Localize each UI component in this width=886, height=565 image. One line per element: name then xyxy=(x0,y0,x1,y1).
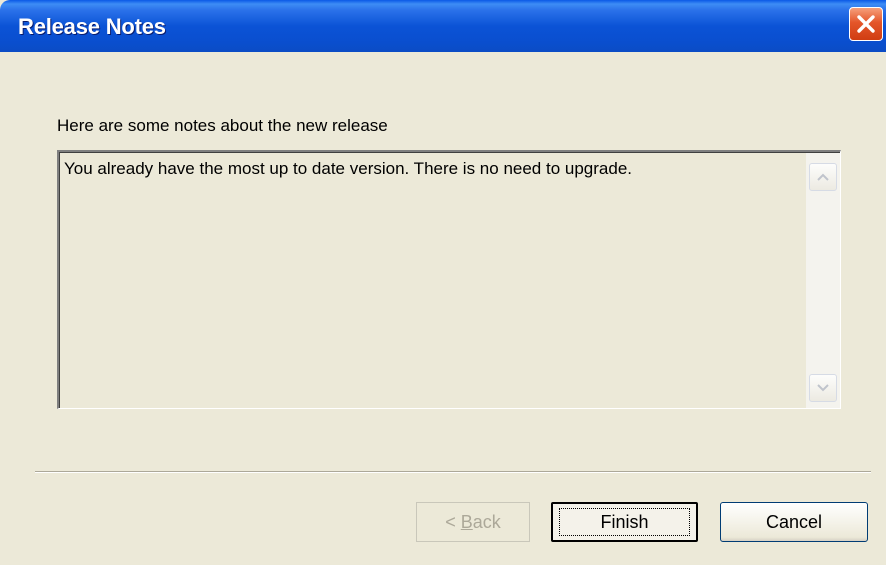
title-bar[interactable]: Release Notes xyxy=(0,0,886,52)
finish-button-label: Finish xyxy=(600,512,649,532)
close-button[interactable] xyxy=(849,7,883,41)
release-notes-dialog: Release Notes Here are some notes about … xyxy=(0,0,886,565)
back-button[interactable]: < Back xyxy=(416,502,530,542)
cancel-button[interactable]: Cancel xyxy=(720,502,868,542)
vertical-scrollbar[interactable] xyxy=(806,153,840,408)
close-icon xyxy=(857,15,875,33)
scroll-up-arrow-icon xyxy=(817,173,829,181)
back-button-mnemonic: B xyxy=(460,512,473,532)
finish-button[interactable]: Finish xyxy=(551,502,698,542)
release-notes-textarea[interactable]: You already have the most up to date ver… xyxy=(57,150,841,409)
release-notes-text: You already have the most up to date ver… xyxy=(64,159,632,178)
cancel-button-label: Cancel xyxy=(765,512,823,532)
release-notes-textarea-inner: You already have the most up to date ver… xyxy=(59,152,840,408)
scroll-down-button[interactable] xyxy=(809,374,837,402)
scroll-down-arrow-icon xyxy=(817,384,829,392)
window-title: Release Notes xyxy=(18,14,166,39)
back-button-rest: ack xyxy=(472,512,501,532)
back-button-prefix: < xyxy=(445,512,461,532)
button-separator xyxy=(35,471,871,473)
notes-prompt-label: Here are some notes about the new releas… xyxy=(57,116,388,135)
scroll-up-button[interactable] xyxy=(809,163,837,191)
